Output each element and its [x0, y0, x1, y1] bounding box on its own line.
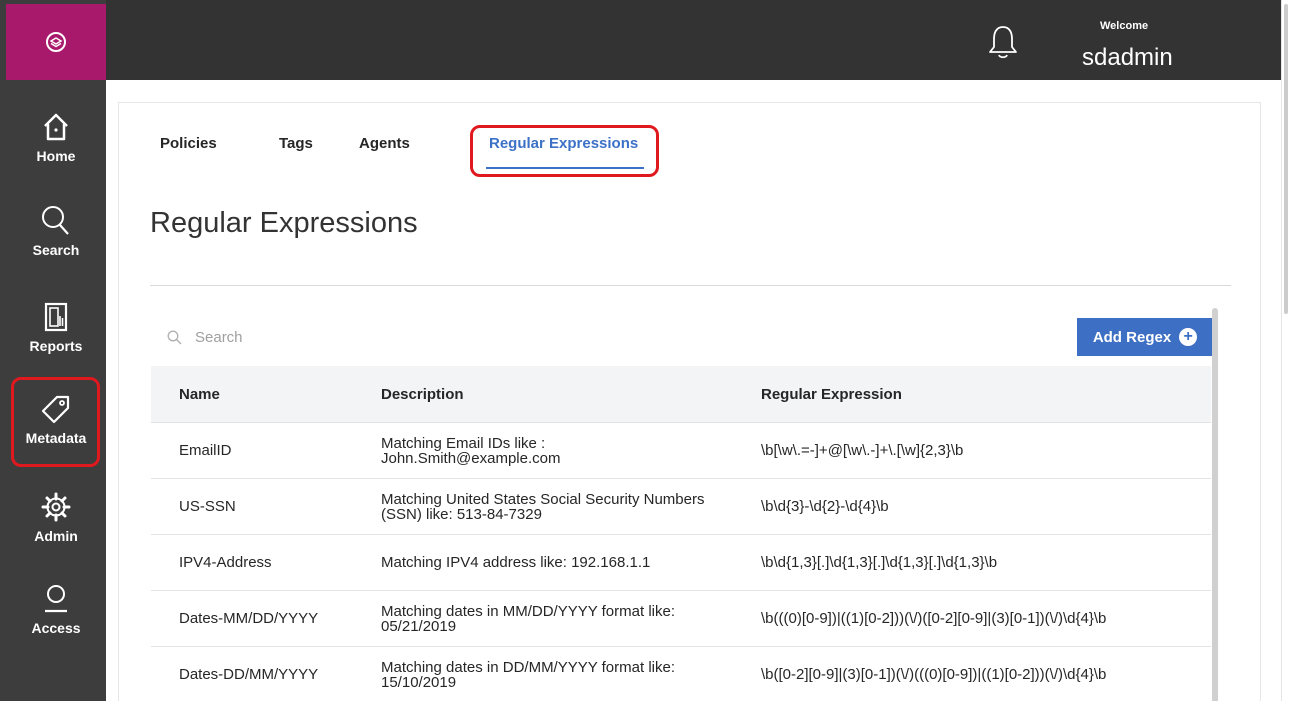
table-scrollbar[interactable]	[1212, 308, 1218, 701]
reports-icon	[44, 302, 68, 332]
cell-name: Dates-MM/DD/YYYY	[179, 610, 319, 627]
table-body: EmailID Matching Email IDs like : John.Sm…	[151, 423, 1211, 701]
tab-tags[interactable]: Tags	[279, 135, 313, 152]
table-row[interactable]: EmailID Matching Email IDs like : John.Sm…	[151, 423, 1211, 479]
cell-name: Dates-DD/MM/YYYY	[179, 666, 319, 683]
home-icon	[44, 113, 68, 141]
bell-icon[interactable]	[988, 24, 1018, 60]
gear-icon	[41, 492, 71, 522]
sidebar: Home Search Reports Metadata Admin Acces…	[0, 0, 106, 701]
cell-regex: \b[\w\.=-]+@[\w\.-]+\.[\w]{2,3}\b	[761, 442, 964, 459]
nav-reports[interactable]: Reports	[6, 290, 106, 380]
table-row[interactable]: Dates-MM/DD/YYYY Matching dates in MM/DD/…	[151, 591, 1211, 647]
app-logo[interactable]	[6, 4, 106, 80]
table-header: Name Description Regular Expression	[151, 366, 1211, 423]
nav-access-label: Access	[31, 620, 81, 636]
search-icon	[42, 206, 69, 235]
username[interactable]: sdadmin	[1082, 44, 1173, 72]
cell-name: IPV4-Address	[179, 554, 272, 571]
cell-name: EmailID	[179, 442, 232, 459]
welcome-label: Welcome	[1100, 20, 1149, 32]
tab-highlight-box	[470, 125, 659, 177]
cell-regex: \b([0-2][0-9]|(3)[0-1])(\/)(((0)[0-9])|(…	[761, 666, 1107, 683]
search-bar[interactable]	[167, 325, 467, 349]
add-regex-button[interactable]: Add Regex +	[1077, 318, 1213, 356]
nav-home-label: Home	[36, 148, 76, 164]
table-row[interactable]: IPV4-Address Matching IPV4 address like: …	[151, 535, 1211, 591]
regex-table: Name Description Regular Expression Emai…	[151, 366, 1211, 701]
column-header-name[interactable]: Name	[151, 386, 381, 403]
table-row[interactable]: Dates-DD/MM/YYYY Matching dates in DD/MM/…	[151, 647, 1211, 701]
cell-regex: \b\d{1,3}[.]\d{1,3}[.]\d{1,3}[.]\d{1,3}\…	[761, 554, 998, 571]
user-icon	[45, 585, 67, 613]
cell-description: Matching IPV4 address like: 192.168.1.1	[381, 554, 651, 571]
column-header-regex[interactable]: Regular Expression	[761, 386, 1211, 403]
search-icon	[167, 330, 182, 344]
main-content: Policies Tags Agents Regular Expressions…	[118, 102, 1261, 701]
cell-description: Matching dates in MM/DD/YYYY format like…	[381, 602, 675, 635]
nav-reports-label: Reports	[29, 338, 83, 354]
nav-admin-label: Admin	[34, 528, 78, 544]
cell-description: Matching Email IDs like : John.Smith@exa…	[381, 434, 561, 467]
column-header-description[interactable]: Description	[381, 387, 761, 402]
cell-description: Matching United States Social Security N…	[381, 490, 705, 523]
cell-description: Matching dates in DD/MM/YYYY format like…	[381, 658, 675, 691]
tab-agents[interactable]: Agents	[359, 135, 410, 152]
page-scrollbar-thumb[interactable]	[1284, 4, 1288, 314]
divider	[150, 285, 1231, 286]
page-scrollbar[interactable]	[1281, 0, 1289, 701]
add-regex-label: Add Regex	[1092, 328, 1172, 346]
top-bar: Welcome sdadmin	[106, 0, 1281, 80]
tab-policies[interactable]: Policies	[160, 135, 217, 152]
page-title: Regular Expressions	[150, 207, 418, 239]
cell-name: US-SSN	[179, 498, 236, 515]
nav-access[interactable]: Access	[6, 572, 106, 662]
cell-regex: \b\d{3}-\d{2}-\d{4}\b	[761, 498, 889, 515]
cell-regex: \b(((0)[0-9])|((1)[0-2]))(\/)([0-2][0-9]…	[761, 610, 1107, 627]
table-row[interactable]: US-SSN Matching United States Social Secu…	[151, 479, 1211, 535]
plus-circle-icon: +	[1179, 328, 1198, 346]
metadata-highlight-box	[11, 377, 100, 467]
search-input[interactable]	[195, 328, 445, 346]
logo-icon	[46, 32, 66, 52]
nav-search-label: Search	[32, 242, 80, 258]
nav-home[interactable]: Home	[6, 100, 106, 190]
nav-search[interactable]: Search	[6, 194, 106, 284]
nav-admin[interactable]: Admin	[6, 480, 106, 570]
